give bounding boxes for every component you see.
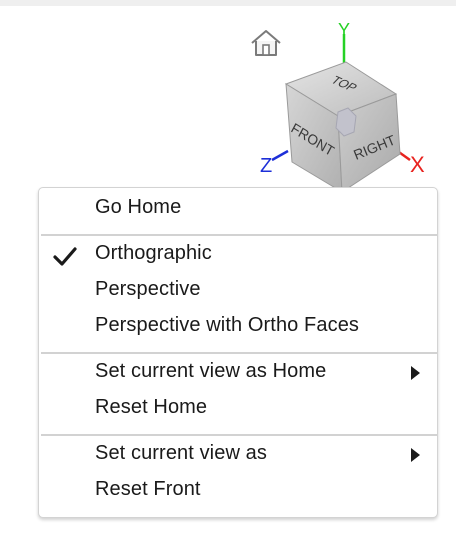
checkmark-icon — [53, 247, 77, 266]
y-axis-label: Y — [338, 20, 350, 40]
submenu-arrow-icon — [411, 448, 420, 462]
menu-item-go-home[interactable]: Go Home — [39, 191, 437, 225]
menu-item-label: Perspective — [95, 278, 201, 300]
x-axis-label: X — [410, 152, 425, 177]
menu-item-label: Orthographic — [95, 242, 212, 264]
menu-separator — [41, 352, 437, 354]
menu-item-perspective-ortho-faces[interactable]: Perspective with Ortho Faces — [39, 309, 437, 343]
menu-item-label: Reset Front — [95, 478, 201, 500]
viewcube-context-menu: Go Home Orthographic Perspective Perspec… — [38, 187, 438, 518]
menu-item-perspective[interactable]: Perspective — [39, 273, 437, 307]
menu-item-label: Reset Home — [95, 396, 208, 418]
menu-item-orthographic[interactable]: Orthographic — [39, 237, 437, 271]
menu-item-reset-home[interactable]: Reset Home — [39, 391, 437, 425]
menu-item-label: Perspective with Ortho Faces — [95, 314, 360, 336]
submenu-arrow-icon — [411, 366, 420, 380]
menu-item-label: Go Home — [95, 196, 182, 218]
menu-item-set-current-view-as-home[interactable]: Set current view as Home — [39, 355, 437, 389]
menu-separator — [41, 434, 437, 436]
viewcube[interactable]: Y Z X TOP FRONT RIGHT — [250, 20, 456, 210]
menu-item-label: Set current view as — [95, 442, 267, 464]
menu-item-label: Set current view as Home — [95, 360, 327, 382]
menu-separator — [41, 234, 437, 236]
z-axis-label: Z — [260, 155, 272, 177]
menu-item-set-current-view-as[interactable]: Set current view as — [39, 437, 437, 471]
menu-item-reset-front[interactable]: Reset Front — [39, 473, 437, 507]
